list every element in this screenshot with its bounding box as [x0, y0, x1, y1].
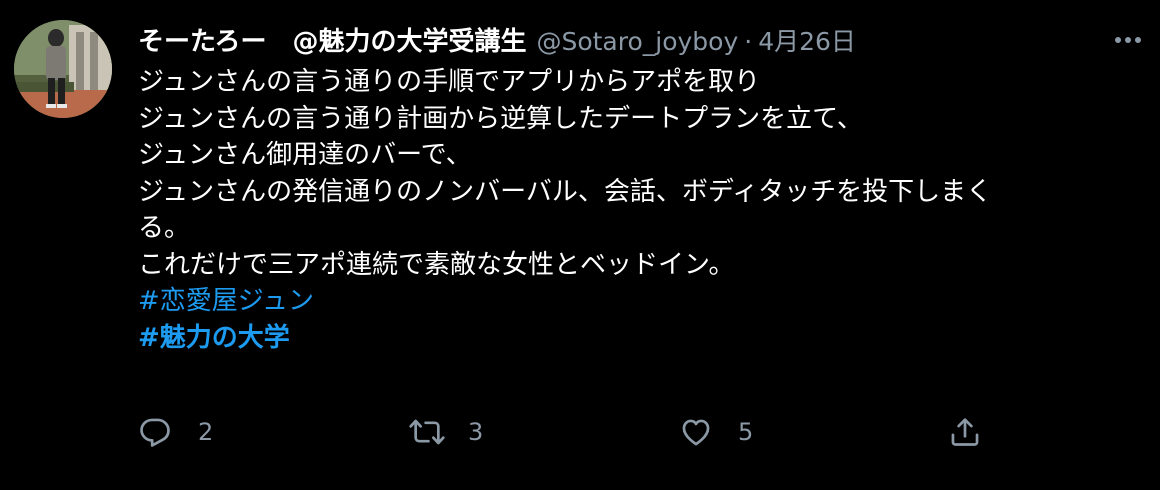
like-count: 5: [738, 418, 754, 446]
tweet-line: る。: [138, 213, 191, 243]
reply-icon: [140, 418, 170, 447]
retweet-icon: [409, 419, 445, 445]
reply-button[interactable]: 2: [138, 410, 213, 454]
tweet-date[interactable]: 4月26日: [758, 22, 856, 62]
action-bar: 2 3 5: [138, 410, 998, 454]
like-button[interactable]: 5: [678, 410, 753, 454]
tweet-text: ジュンさんの言う通りの手順でアプリからアポを取り ジュンさんの言う通り計画から逆…: [138, 64, 1128, 356]
tweet-line: ジュンさん御用達のバーで、: [138, 140, 472, 170]
tweet-header: そーたろー @魅力の大学受講生 @Sotaro_joyboy · 4月26日: [138, 22, 856, 62]
separator: ·: [744, 27, 753, 56]
hashtag-link[interactable]: #恋愛屋ジュン: [138, 283, 1128, 320]
reply-count: 2: [198, 418, 214, 446]
share-icon: [951, 418, 979, 446]
more-icon[interactable]: [1112, 28, 1144, 52]
display-name[interactable]: そーたろー @魅力の大学受講生: [138, 22, 526, 62]
tweet-line: ジュンさんの発信通りのノンバーバル、会話、ボディタッチを投下しまく: [138, 176, 993, 207]
screen-name[interactable]: @Sotaro_joyboy: [536, 22, 738, 62]
retweet-count: 3: [468, 418, 484, 446]
tweet-line: ジュンさんの言う通り計画から逆算したデートプランを立て、: [138, 103, 863, 134]
tweet: そーたろー @魅力の大学受講生 @Sotaro_joyboy · 4月26日 ジ…: [0, 0, 1160, 490]
tweet-line: ジュンさんの言う通りの手順でアプリからアポを取り: [138, 67, 761, 97]
hashtag-link[interactable]: #魅力の大学: [138, 320, 1128, 357]
profile-photo: [14, 20, 112, 118]
avatar[interactable]: [14, 20, 112, 118]
retweet-button[interactable]: 3: [408, 410, 483, 454]
tweet-line: これだけで三アポ連続で素敵な女性とベッドイン。: [138, 249, 735, 280]
share-button[interactable]: [948, 410, 982, 454]
heart-icon: [682, 419, 710, 446]
